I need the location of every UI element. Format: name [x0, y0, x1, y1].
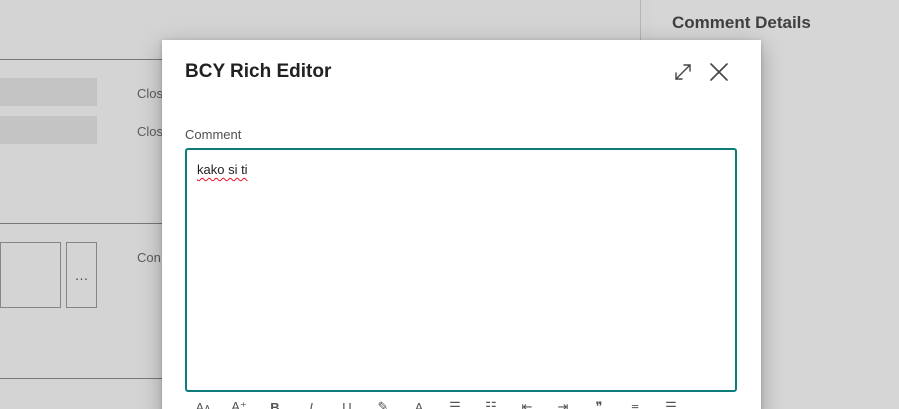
numbered-list-icon: ☷: [485, 399, 497, 409]
indent-button[interactable]: ⇥: [545, 396, 581, 409]
font-color-button[interactable]: A: [401, 396, 437, 409]
indent-icon: ⇥: [557, 399, 569, 409]
editor-content: kako si ti: [197, 162, 248, 177]
more-options-button[interactable]: …: [689, 396, 725, 409]
underline-icon: U: [342, 399, 352, 409]
expand-icon: [675, 64, 691, 80]
font-size-icon: Aᴀ: [195, 399, 211, 409]
quote-icon: ❞: [595, 399, 603, 409]
outdent-icon: ⇤: [521, 399, 533, 409]
more-options-icon: …: [700, 399, 714, 409]
font-grow-icon: A⁺: [231, 399, 247, 409]
italic-button[interactable]: I: [293, 396, 329, 409]
numbered-list-button[interactable]: ☷: [473, 396, 509, 409]
close-button[interactable]: [707, 60, 731, 84]
font-size-button[interactable]: Aᴀ: [185, 396, 221, 409]
italic-icon: I: [309, 399, 313, 409]
bold-button[interactable]: B: [257, 396, 293, 409]
align-left-icon: ≡: [631, 399, 639, 409]
outdent-button[interactable]: ⇤: [509, 396, 545, 409]
quote-button[interactable]: ❞: [581, 396, 617, 409]
highlight-button[interactable]: ✎: [365, 396, 401, 409]
close-icon: [710, 63, 728, 81]
bullet-list-button[interactable]: ☰: [437, 396, 473, 409]
comment-editor[interactable]: kako si ti: [185, 148, 737, 392]
comment-label: Comment: [185, 127, 242, 142]
align-center-button[interactable]: ☰: [653, 396, 689, 409]
expand-button[interactable]: [671, 60, 695, 84]
bullet-list-icon: ☰: [449, 399, 461, 409]
bold-icon: B: [270, 399, 280, 409]
rich-editor-dialog: BCY Rich Editor Comment kako si ti Aᴀ A⁺ B…: [162, 40, 761, 409]
font-grow-button[interactable]: A⁺: [221, 396, 257, 409]
align-left-button[interactable]: ≡: [617, 396, 653, 409]
font-color-icon: A: [414, 399, 424, 409]
highlight-icon: ✎: [377, 399, 389, 409]
align-center-icon: ☰: [665, 399, 677, 409]
underline-button[interactable]: U: [329, 396, 365, 409]
dialog-title: BCY Rich Editor: [185, 61, 332, 82]
formatting-toolbar: Aᴀ A⁺ B I U ✎ A ☰ ☷ ⇤ ⇥ ❞ ≡ ☰ …: [185, 396, 737, 409]
